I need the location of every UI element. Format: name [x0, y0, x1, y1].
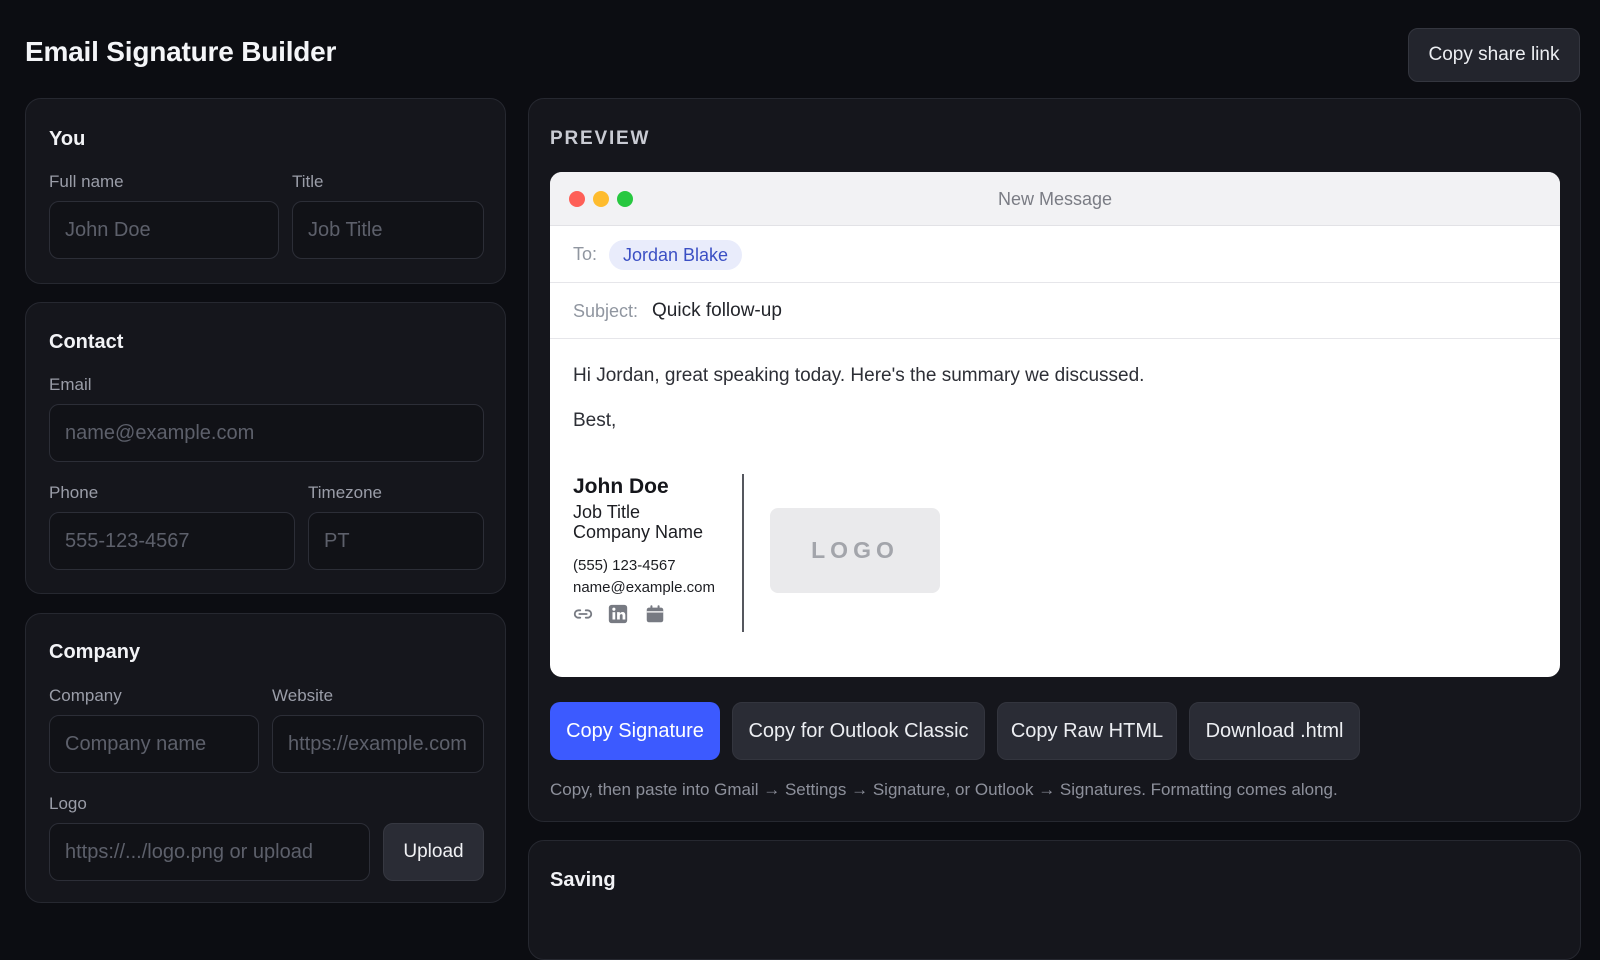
- website-label: Website: [272, 686, 334, 705]
- full-name-input[interactable]: [49, 201, 279, 259]
- recipient-chip[interactable]: Jordan Blake: [609, 240, 743, 270]
- company-field[interactable]: [49, 715, 259, 773]
- card-title-contact: Contact: [49, 331, 124, 353]
- subject-label: Subject:: [573, 301, 639, 321]
- logo-placeholder: LOGO: [770, 508, 940, 593]
- signature-name: John Doe: [573, 475, 669, 498]
- timezone-label: Timezone: [308, 483, 383, 502]
- message-closing: Best,: [573, 410, 617, 431]
- full-name-label: Full name: [49, 172, 124, 191]
- saving-card: Saving: [528, 840, 1581, 960]
- signature-divider: [742, 474, 744, 632]
- contact-card: Contact Email Phone Timezone: [25, 302, 506, 594]
- phone-field[interactable]: [49, 512, 295, 570]
- title-input[interactable]: [292, 201, 484, 259]
- to-label: To:: [573, 244, 598, 264]
- signature-company: Company Name: [573, 522, 704, 542]
- card-title-saving: Saving: [550, 869, 616, 891]
- email-field[interactable]: [49, 404, 484, 462]
- mail-window-title: New Message: [997, 189, 1113, 209]
- subject-value[interactable]: Quick follow-up: [652, 300, 782, 322]
- company-label: Company: [49, 686, 122, 705]
- download-html-button[interactable]: Download .html: [1189, 702, 1360, 760]
- signature-email: name@example.com: [573, 579, 715, 596]
- copy-outlook-classic-button[interactable]: Copy for Outlook Classic: [732, 702, 985, 760]
- card-title-company: Company: [49, 641, 141, 663]
- subject-row: Subject: Quick follow-up: [550, 283, 1560, 339]
- copy-raw-html-button[interactable]: Copy Raw HTML: [997, 702, 1177, 760]
- calendar-icon[interactable]: [644, 603, 666, 625]
- company-card: Company Company Website Logo Upload: [25, 613, 506, 903]
- website-field[interactable]: [272, 715, 484, 773]
- title-label: Title: [292, 172, 324, 191]
- email-label: Email: [49, 375, 92, 394]
- logo-label: Logo: [49, 794, 87, 813]
- card-title-you: You: [49, 128, 86, 150]
- copy-signature-button[interactable]: Copy Signature: [550, 702, 720, 760]
- linkedin-icon[interactable]: [607, 603, 629, 625]
- paste-hint: Copy, then paste into Gmail → Settings →…: [550, 780, 1338, 799]
- phone-label: Phone: [49, 483, 99, 502]
- mail-titlebar: New Message: [550, 172, 1560, 226]
- upload-button[interactable]: Upload: [383, 823, 484, 881]
- to-row: To: Jordan Blake: [550, 226, 1560, 283]
- mail-compose-window: New Message To: Jordan Blake Subject: Qu…: [550, 172, 1560, 677]
- copy-share-link-button[interactable]: Copy share link: [1408, 28, 1580, 82]
- preview-label: PREVIEW: [550, 128, 651, 149]
- preview-card: PREVIEW New Message To: Jordan Blake Sub…: [528, 98, 1581, 822]
- signature-phone: (555) 123-4567: [573, 557, 676, 574]
- message-body-line: Hi Jordan, great speaking today. Here's …: [573, 365, 1145, 386]
- app-title: Email Signature Builder: [25, 36, 337, 67]
- you-card: You Full name Title: [25, 98, 506, 284]
- logo-url-field[interactable]: [49, 823, 370, 881]
- link-icon[interactable]: [572, 603, 594, 625]
- timezone-field[interactable]: [308, 512, 484, 570]
- signature-title: Job Title: [573, 502, 641, 522]
